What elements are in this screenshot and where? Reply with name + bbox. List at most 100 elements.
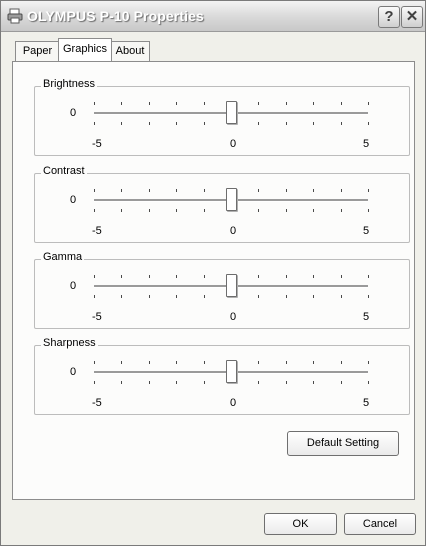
tick-bottom (286, 381, 287, 384)
tick-bottom (149, 295, 150, 298)
tick-top (204, 189, 205, 192)
tick-top (341, 275, 342, 278)
tick-bottom (258, 295, 259, 298)
tick-top (121, 189, 122, 192)
tick-bottom (176, 295, 177, 298)
tick-bottom (149, 122, 150, 125)
sharpness-label: Sharpness (41, 337, 98, 349)
default-setting-button[interactable]: Default Setting (287, 431, 399, 456)
properties-dialog: OLYMPUS P-10 Properties ? ✕ Paper Graphi… (0, 0, 426, 546)
tick-top (176, 275, 177, 278)
tick-top (313, 275, 314, 278)
tick-top (94, 189, 95, 192)
tick-top (258, 102, 259, 105)
mid-label: 0 (230, 311, 237, 323)
tick-bottom (149, 381, 150, 384)
tick-top (94, 361, 95, 364)
tick-bottom (204, 295, 205, 298)
mid-label: 0 (230, 138, 237, 150)
tick-bottom (121, 295, 122, 298)
tick-top (94, 102, 95, 105)
tick-top (94, 275, 95, 278)
close-button[interactable]: ✕ (401, 6, 423, 28)
tick-top (176, 189, 177, 192)
tick-bottom (258, 122, 259, 125)
gamma-value: 0 (70, 280, 77, 292)
max-label: 5 (363, 311, 370, 323)
window-title: OLYMPUS P-10 Properties (27, 8, 204, 24)
mid-label: 0 (230, 225, 237, 237)
graphics-tab-panel: Brightness 0 -5 0 5 Contrast 0 -5 0 5 Ga… (12, 61, 415, 500)
tick-bottom (94, 295, 95, 298)
sharpness-group: Sharpness 0 -5 0 5 (34, 337, 410, 415)
max-label: 5 (363, 138, 370, 150)
tick-bottom (204, 209, 205, 212)
tick-bottom (368, 381, 369, 384)
tick-bottom (286, 122, 287, 125)
slider-thumb[interactable] (226, 188, 237, 211)
tick-bottom (368, 209, 369, 212)
min-label: -5 (92, 311, 102, 323)
tick-bottom (368, 122, 369, 125)
gamma-group: Gamma 0 -5 0 5 (34, 251, 410, 329)
tick-top (313, 102, 314, 105)
tick-top (258, 275, 259, 278)
tick-top (368, 102, 369, 105)
tick-top (286, 275, 287, 278)
tick-top (368, 189, 369, 192)
tick-top (204, 102, 205, 105)
tab-graphics[interactable]: Graphics (58, 38, 112, 61)
tick-bottom (121, 381, 122, 384)
tick-top (149, 361, 150, 364)
tick-top (341, 361, 342, 364)
min-label: -5 (92, 225, 102, 237)
tick-bottom (94, 122, 95, 125)
tick-bottom (149, 209, 150, 212)
tick-bottom (204, 381, 205, 384)
tick-bottom (176, 381, 177, 384)
min-label: -5 (92, 138, 102, 150)
cancel-button[interactable]: Cancel (344, 513, 416, 535)
tick-bottom (341, 381, 342, 384)
tab-about[interactable]: About (110, 41, 150, 61)
contrast-group: Contrast 0 -5 0 5 (34, 165, 410, 243)
brightness-value: 0 (70, 107, 77, 119)
slider-thumb[interactable] (226, 101, 237, 124)
tick-bottom (121, 122, 122, 125)
tick-top (204, 361, 205, 364)
title-bar[interactable]: OLYMPUS P-10 Properties ? ✕ (1, 1, 425, 32)
slider-thumb[interactable] (226, 360, 237, 383)
tick-top (149, 102, 150, 105)
min-label: -5 (92, 397, 102, 409)
mid-label: 0 (230, 397, 237, 409)
slider-thumb[interactable] (226, 274, 237, 297)
tick-top (121, 102, 122, 105)
tick-bottom (313, 122, 314, 125)
brightness-group: Brightness 0 -5 0 5 (34, 78, 410, 156)
tick-bottom (176, 122, 177, 125)
tick-top (286, 189, 287, 192)
tick-bottom (258, 381, 259, 384)
tick-top (149, 189, 150, 192)
tick-top (176, 361, 177, 364)
help-button[interactable]: ? (378, 6, 400, 28)
tick-top (313, 361, 314, 364)
tick-bottom (313, 209, 314, 212)
max-label: 5 (363, 397, 370, 409)
tick-bottom (94, 209, 95, 212)
tick-top (176, 102, 177, 105)
tick-top (258, 189, 259, 192)
tick-top (121, 361, 122, 364)
tick-bottom (286, 295, 287, 298)
tab-paper[interactable]: Paper (15, 41, 60, 61)
ok-button[interactable]: OK (264, 513, 337, 535)
tick-bottom (341, 209, 342, 212)
tick-top (368, 361, 369, 364)
brightness-label: Brightness (41, 78, 97, 90)
tick-top (313, 189, 314, 192)
tick-bottom (204, 122, 205, 125)
tick-top (149, 275, 150, 278)
tick-bottom (258, 209, 259, 212)
tick-top (341, 102, 342, 105)
tick-bottom (121, 209, 122, 212)
